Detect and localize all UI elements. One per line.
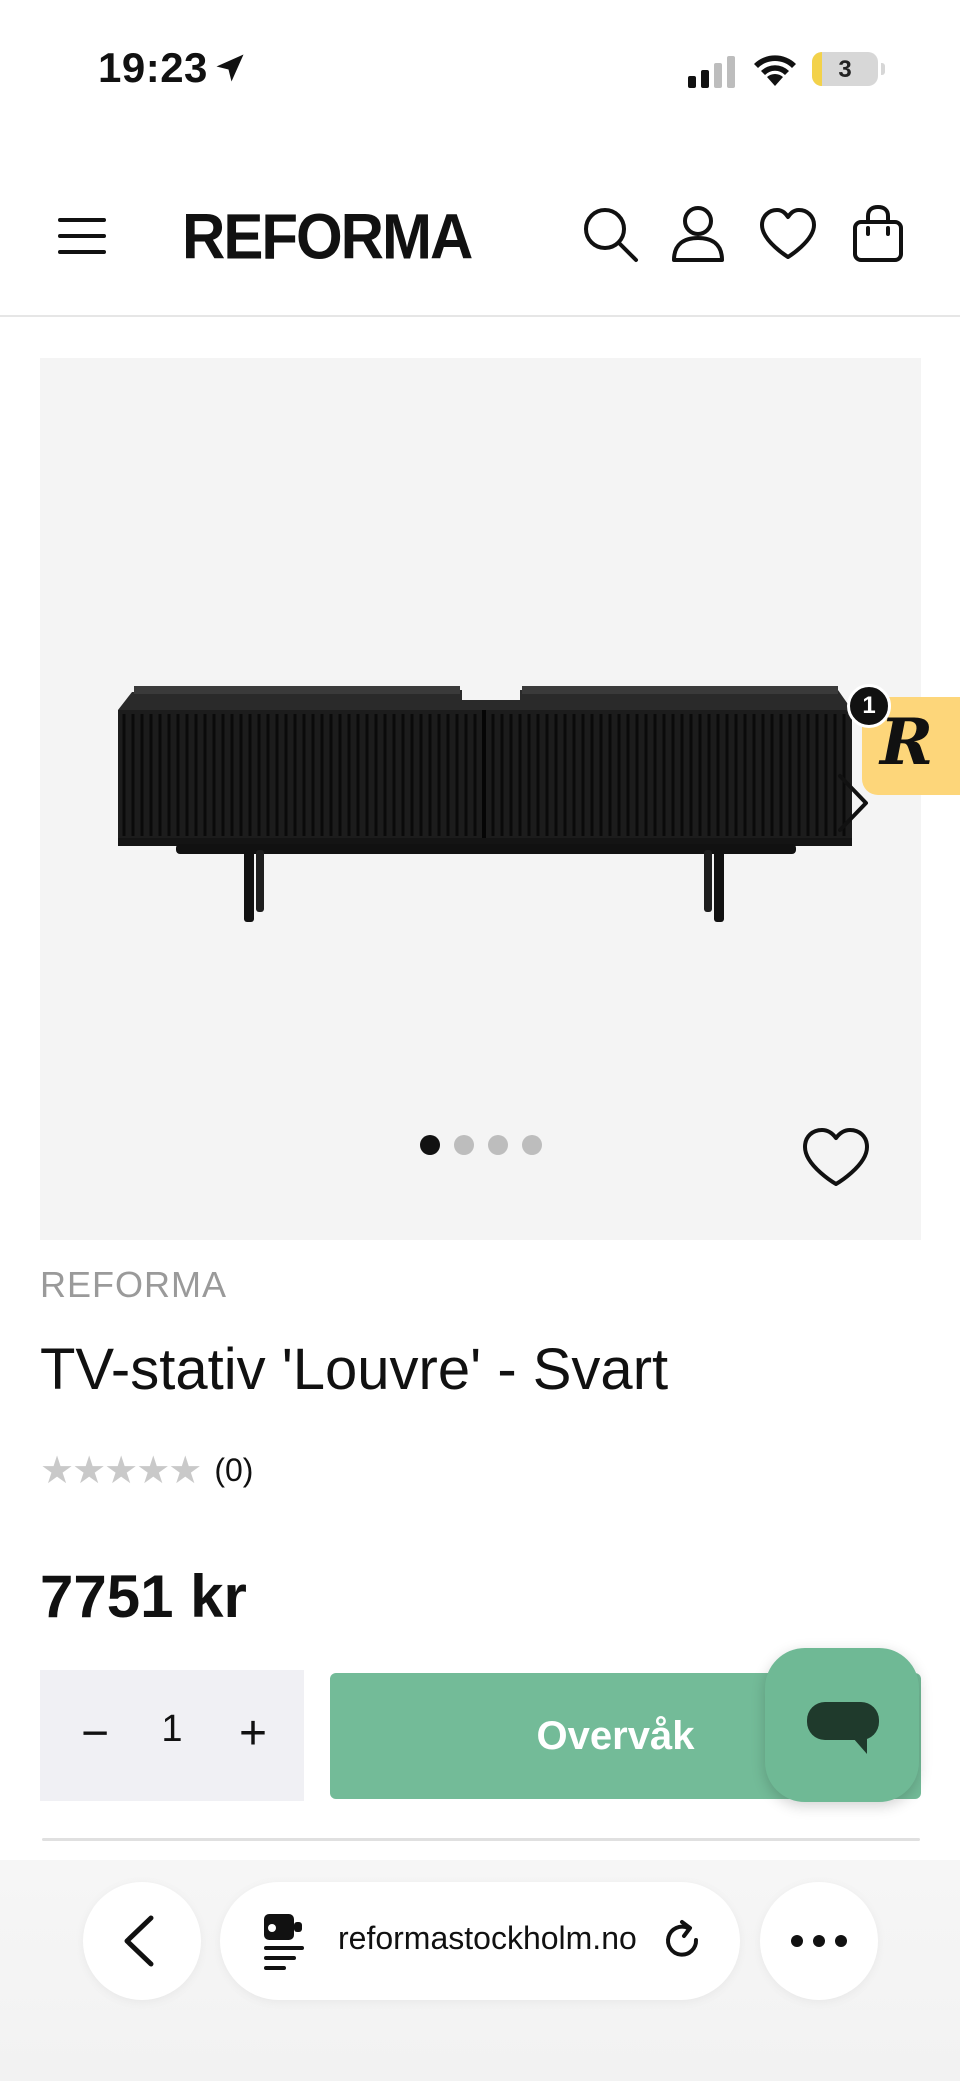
menu-button[interactable]	[52, 206, 112, 266]
carousel-dot[interactable]	[420, 1135, 440, 1155]
address-url[interactable]: reformastockholm.no	[338, 1920, 658, 1957]
product-rating[interactable]: ★★★★★ (0)	[40, 1448, 253, 1493]
menu-icon	[58, 218, 106, 254]
wifi-icon	[754, 55, 796, 86]
carousel-dot[interactable]	[454, 1135, 474, 1155]
product-gallery[interactable]	[40, 358, 921, 1240]
reload-icon[interactable]	[660, 1918, 706, 1964]
quantity-increase-button[interactable]: +	[228, 1706, 278, 1766]
battery-indicator: 3	[812, 52, 878, 86]
address-bar[interactable]: reformastockholm.no	[220, 1882, 740, 2000]
account-button[interactable]	[664, 200, 732, 268]
wishlist-button[interactable]	[754, 200, 822, 268]
cart-button[interactable]	[844, 200, 912, 268]
carousel-dot[interactable]	[488, 1135, 508, 1155]
heart-icon	[760, 208, 816, 259]
rating-stars-icon: ★★★★★	[40, 1450, 202, 1492]
chevron-left-icon	[124, 1915, 154, 1967]
carousel-dots[interactable]	[420, 1135, 542, 1155]
add-to-wishlist-icon[interactable]	[800, 1126, 872, 1190]
search-icon	[584, 208, 638, 262]
search-button[interactable]	[576, 200, 644, 268]
cellular-signal-icon	[688, 56, 735, 88]
shopping-bag-icon	[853, 204, 903, 262]
product-price: 7751 kr	[40, 1563, 247, 1630]
site-logo[interactable]: REFORMA	[182, 200, 473, 273]
section-divider	[42, 1838, 920, 1841]
site-header: REFORMA	[0, 170, 960, 317]
chat-button[interactable]	[765, 1648, 919, 1802]
location-arrow-icon	[216, 54, 244, 82]
quantity-stepper: − 1 +	[40, 1670, 304, 1801]
carousel-dot[interactable]	[522, 1135, 542, 1155]
browser-back-button[interactable]	[83, 1882, 201, 2000]
quantity-decrease-button[interactable]: −	[70, 1706, 120, 1766]
more-dots-icon	[791, 1935, 847, 1947]
product-image[interactable]	[116, 678, 856, 938]
browser-more-button[interactable]	[760, 1882, 878, 2000]
battery-level: 3	[838, 56, 852, 83]
status-bar: 19:23 3	[0, 0, 960, 140]
status-time: 19:23	[98, 44, 208, 91]
quantity-value[interactable]: 1	[150, 1708, 194, 1751]
page-settings-icon[interactable]	[258, 1910, 320, 1972]
rewards-count-badge: 1	[847, 684, 891, 728]
account-icon	[672, 206, 724, 262]
product-brand[interactable]: REFORMA	[40, 1264, 227, 1306]
battery-nub	[881, 63, 885, 75]
product-title: TV-stativ 'Louvre' - Svart	[40, 1337, 669, 1402]
browser-toolbar: reformastockholm.no	[0, 1860, 960, 2081]
chat-bubble-icon	[807, 1702, 879, 1754]
review-count: (0)	[214, 1452, 254, 1488]
